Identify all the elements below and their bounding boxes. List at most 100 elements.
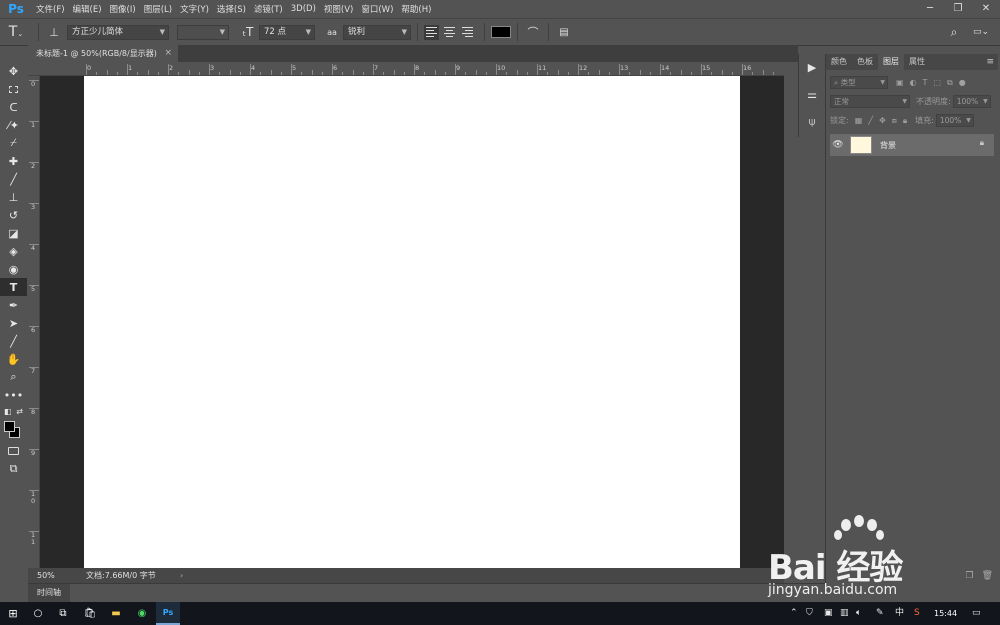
tab-swatches[interactable]: 色板	[852, 54, 878, 70]
fill-field[interactable]: 100% ▼	[935, 114, 974, 127]
adjustments-icon[interactable]: ⚌	[799, 81, 825, 108]
layer-name[interactable]: 背景	[880, 140, 896, 151]
layer-filter-select[interactable]: ⌕ 类型 ▼	[830, 76, 888, 89]
menu-help[interactable]: 帮助(H)	[397, 3, 435, 15]
status-menu-icon[interactable]: ›	[180, 568, 183, 583]
taskbar-clock[interactable]: 15:44	[934, 602, 957, 625]
defender-icon[interactable]: ⛉	[806, 602, 813, 625]
close-icon[interactable]: ✕	[972, 0, 1000, 18]
lock-position-icon[interactable]: ✥	[879, 116, 886, 125]
browser-icon[interactable]: ◉	[130, 602, 154, 625]
search-icon[interactable]: ⌕	[946, 25, 962, 40]
stamp-tool-icon[interactable]: ⊥	[0, 188, 27, 206]
foreground-color-swatch[interactable]	[4, 421, 15, 432]
menu-type[interactable]: 文字(Y)	[176, 3, 213, 15]
font-family-select[interactable]: 方正少儿简体 ▼	[67, 24, 169, 40]
menu-image[interactable]: 图像(I)	[106, 3, 140, 15]
file-explorer-icon[interactable]: ▬	[104, 602, 128, 625]
timeline-tab[interactable]: 时间轴	[28, 584, 70, 602]
lock-transparent-icon[interactable]: ▦	[855, 116, 863, 125]
move-tool-icon[interactable]: ✥	[0, 62, 27, 80]
close-icon[interactable]: ×	[164, 45, 172, 62]
pen-tool-icon[interactable]: ✒	[0, 296, 27, 314]
font-size-select[interactable]: 72 点 ▼	[259, 24, 315, 40]
screen-mode-icon[interactable]: ⧉	[0, 460, 27, 478]
shape-filter-icon[interactable]: ⬚	[933, 78, 941, 87]
brush-tool-icon[interactable]: ╱	[0, 170, 27, 188]
sogou-icon[interactable]: S	[914, 602, 920, 625]
marquee-tool-icon[interactable]	[0, 80, 27, 98]
layer-item-background[interactable]: 👁︎ 背景 🔒︎	[830, 134, 994, 156]
play-icon[interactable]: ▶	[799, 54, 825, 81]
lock-artboard-icon[interactable]: ⧈	[892, 116, 897, 126]
lasso-tool-icon[interactable]: ᑕ	[0, 98, 27, 116]
network-icon[interactable]: ▣	[824, 602, 833, 625]
toggle-orientation-icon[interactable]: ⊥	[45, 26, 63, 39]
filter-toggle-icon[interactable]: ●	[959, 78, 966, 87]
eyedropper-tool-icon[interactable]: ⌿	[0, 134, 27, 152]
antialias-select[interactable]: 锐利 ▼	[343, 24, 411, 40]
magic-wand-tool-icon[interactable]: ⁄✦	[0, 116, 27, 134]
swap-colors-icon[interactable]: ◧ ⇄	[0, 404, 27, 418]
lock-pixels-icon[interactable]: ╱	[868, 116, 873, 125]
hand-tool-icon[interactable]: ✋	[0, 350, 27, 368]
task-view-icon[interactable]: ⧉	[50, 602, 76, 625]
restore-icon[interactable]: ❐	[944, 0, 972, 18]
text-color-swatch[interactable]	[491, 26, 511, 38]
workspace-icon[interactable]: ▭⌄	[970, 27, 992, 37]
up-arrow-icon[interactable]: ⌃	[790, 602, 798, 625]
color-picker[interactable]	[0, 418, 27, 442]
gradient-tool-icon[interactable]: ◈	[0, 242, 27, 260]
menu-3d[interactable]: 3D(D)	[287, 4, 320, 14]
opacity-field[interactable]: 100% ▼	[952, 95, 991, 108]
document-tab[interactable]: 未标题-1 @ 50%(RGB/8/显示器) ×	[28, 45, 178, 62]
search-icon[interactable]: ○	[26, 602, 50, 625]
menu-view[interactable]: 视图(V)	[320, 3, 357, 15]
trash-icon[interactable]: 🗑︎	[982, 571, 993, 581]
tool-presets-icon[interactable]: ⍦	[799, 108, 825, 135]
tab-properties[interactable]: 属性	[904, 54, 930, 70]
more-tools-icon[interactable]: •••	[0, 386, 27, 404]
align-center-button[interactable]	[442, 25, 457, 40]
tab-layers[interactable]: 图层	[878, 54, 904, 70]
volume-icon[interactable]: 🔈︎	[856, 602, 861, 625]
dodge-tool-icon[interactable]: ◉	[0, 260, 27, 278]
tab-color[interactable]: 颜色	[826, 54, 852, 70]
eye-icon[interactable]: 👁︎	[830, 140, 846, 150]
menu-window[interactable]: 窗口(W)	[357, 3, 397, 15]
type-filter-icon[interactable]: T	[923, 78, 928, 87]
photoshop-taskbar-icon[interactable]: Ps	[156, 602, 180, 625]
ime-icon[interactable]: 中	[895, 602, 904, 625]
menu-layer[interactable]: 图层(L)	[140, 3, 176, 15]
quick-mask-icon[interactable]	[0, 442, 27, 460]
minimize-icon[interactable]: ─	[916, 0, 944, 18]
menu-filter[interactable]: 滤镜(T)	[250, 3, 287, 15]
healing-brush-tool-icon[interactable]: ✚	[0, 152, 27, 170]
document-canvas[interactable]	[84, 76, 740, 568]
line-tool-icon[interactable]: ╱	[0, 332, 27, 350]
history-brush-tool-icon[interactable]: ↺	[0, 206, 27, 224]
pixel-filter-icon[interactable]: ▣	[896, 78, 904, 87]
font-style-select[interactable]: ▼	[177, 24, 229, 40]
type-tool-icon[interactable]: T	[0, 278, 27, 296]
menu-select[interactable]: 选择(S)	[213, 3, 250, 15]
blend-mode-select[interactable]: 正常 ▼	[830, 95, 910, 108]
character-panel-icon[interactable]: ▤	[555, 27, 573, 38]
zoom-tool-icon[interactable]: ⌕	[0, 368, 27, 386]
warp-text-icon[interactable]: ⌒	[524, 24, 542, 40]
store-icon[interactable]: 🛍︎	[78, 602, 102, 625]
menu-file[interactable]: 文件(F)	[32, 3, 69, 15]
lock-all-icon[interactable]: 🔒︎	[903, 116, 907, 126]
align-right-button[interactable]	[460, 25, 475, 40]
menu-edit[interactable]: 编辑(E)	[69, 3, 106, 15]
align-left-button[interactable]	[424, 24, 439, 40]
type-tool-preset-icon[interactable]: T⌄	[0, 24, 32, 40]
adjustment-filter-icon[interactable]: ◐	[910, 78, 917, 87]
zoom-level[interactable]: 50%	[37, 568, 55, 583]
smart-object-filter-icon[interactable]: ⧉	[947, 78, 953, 88]
eraser-tool-icon[interactable]: ◪	[0, 224, 27, 242]
windows-start-icon[interactable]: ⊞	[0, 602, 26, 625]
network-icon[interactable]: ▥	[840, 602, 849, 625]
path-selection-tool-icon[interactable]: ➤	[0, 314, 27, 332]
panel-menu-icon[interactable]: ≡	[986, 54, 994, 70]
